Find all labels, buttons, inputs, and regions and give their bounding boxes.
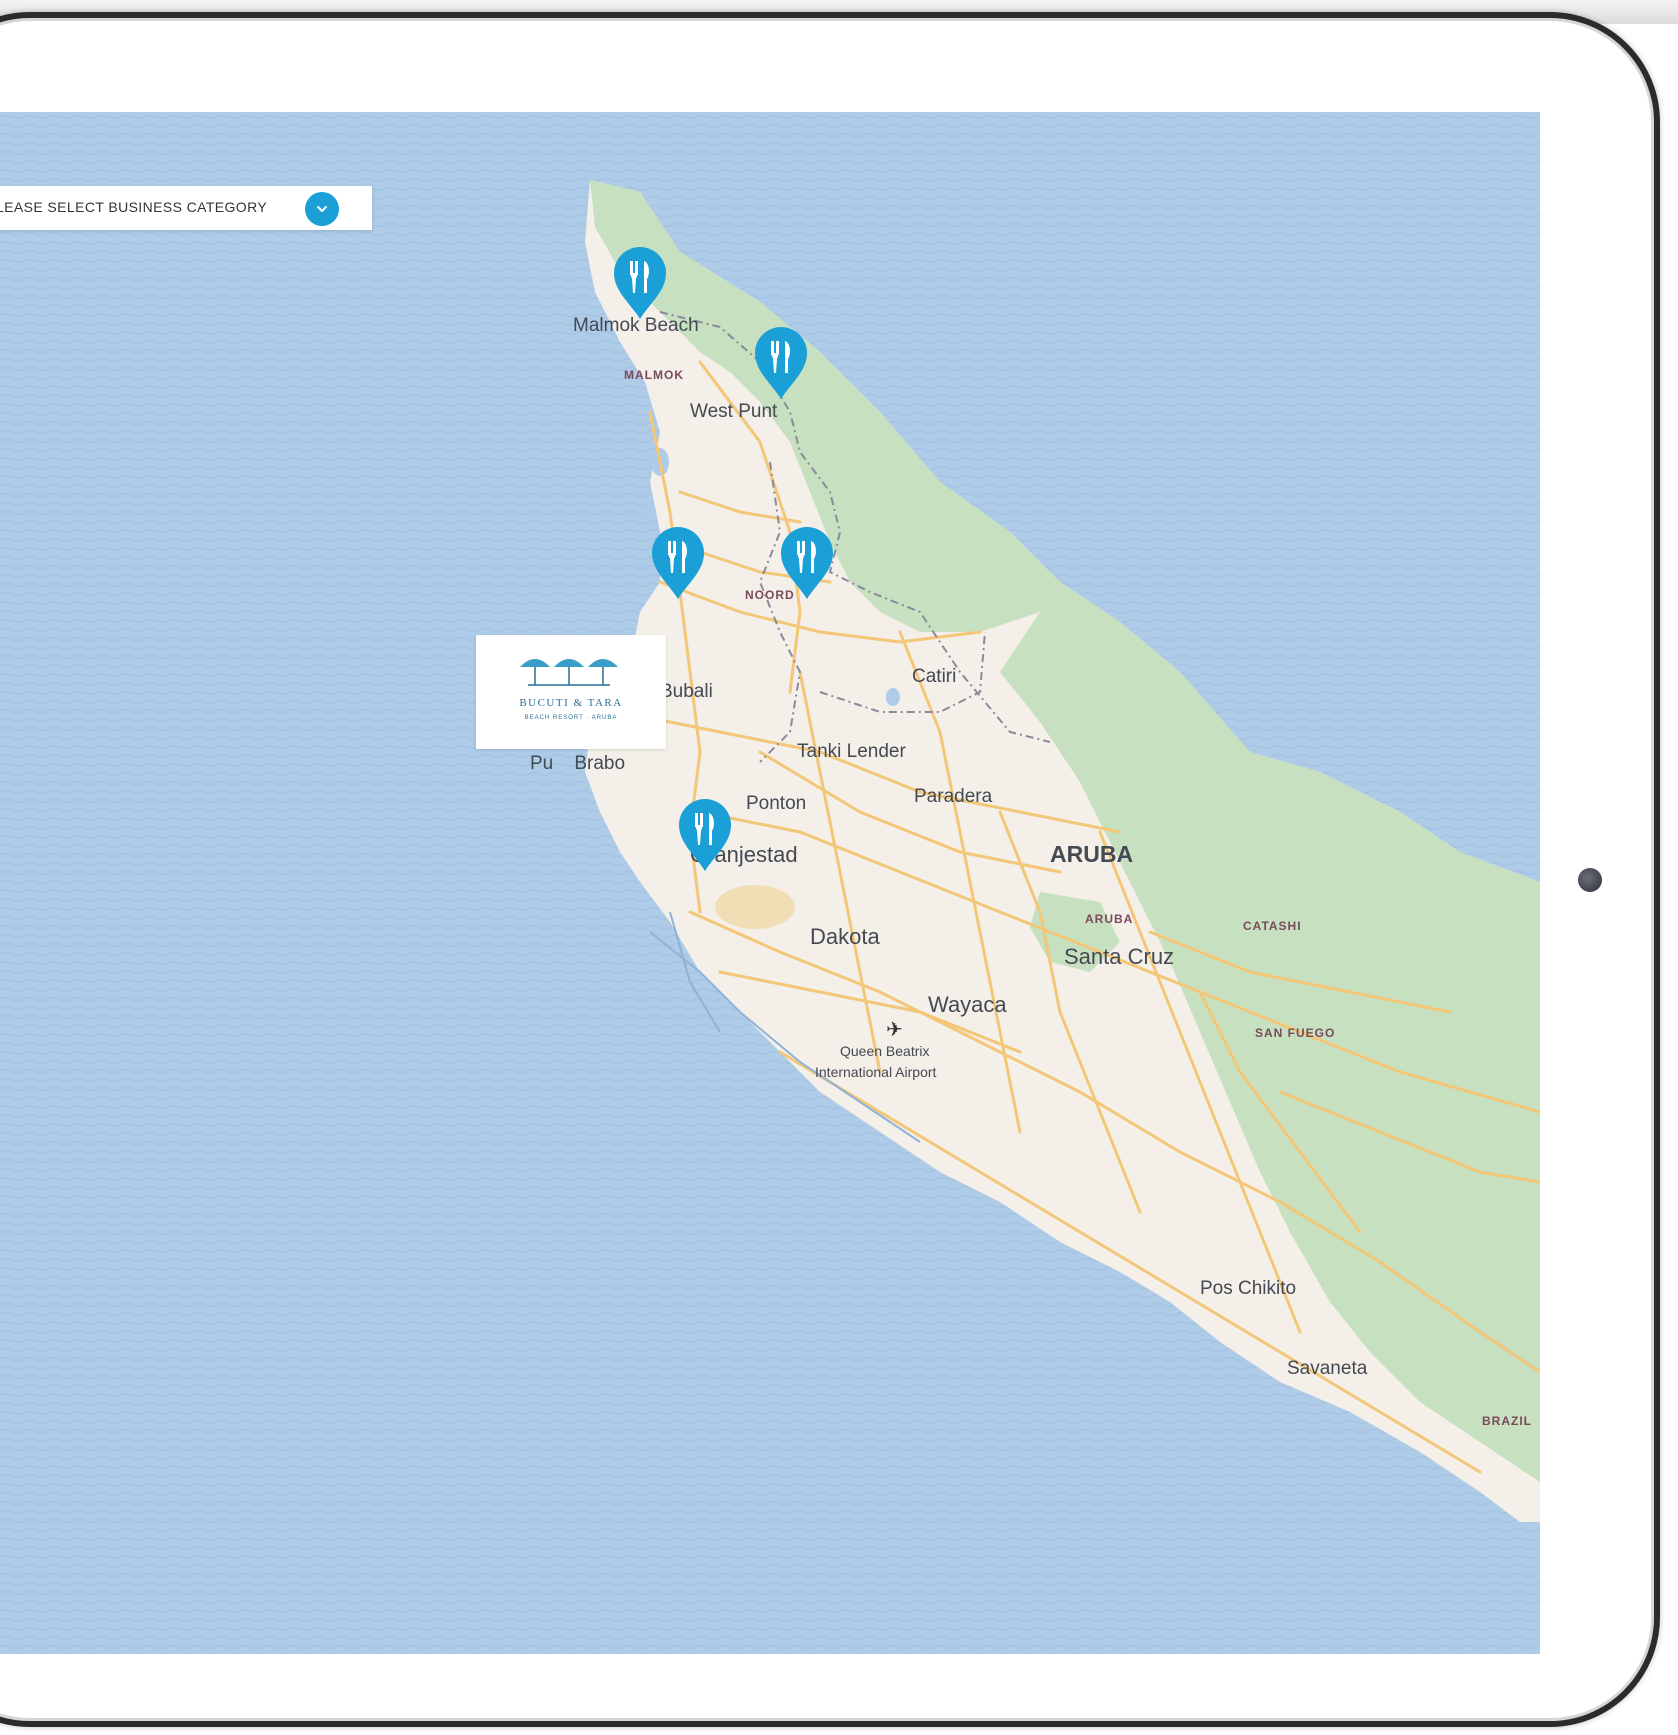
- fork-knife-icon: [755, 327, 807, 399]
- label-malmok: MALMOK: [624, 368, 684, 382]
- restaurant-marker-malmok[interactable]: [612, 245, 668, 321]
- label-san-fuego: SAN FUEGO: [1255, 1026, 1335, 1040]
- label-west-punt: West Punt: [690, 401, 778, 422]
- fork-knife-icon: [781, 527, 833, 599]
- label-paradera: Paradera: [914, 786, 993, 807]
- label-punta-brabo: Pu Brabo: [530, 753, 625, 774]
- label-brazil: BRAZIL: [1482, 1414, 1532, 1428]
- label-dakota: Dakota: [810, 924, 880, 949]
- label-aruba: ARUBA: [1050, 841, 1133, 867]
- label-airport-line1: Queen Beatrix: [840, 1043, 930, 1059]
- fork-knife-icon: [652, 527, 704, 599]
- fork-knife-icon: [679, 799, 731, 871]
- fork-knife-icon: [614, 247, 666, 319]
- business-category-select[interactable]: LEASE SELECT BUSINESS CATEGORY: [0, 186, 372, 230]
- label-aruba-region: ARUBA: [1085, 912, 1133, 926]
- resort-logo-name: BUCUTI & TARA: [519, 697, 623, 709]
- label-ponton: Ponton: [746, 793, 806, 814]
- resort-logo-card[interactable]: BUCUTI & TARA BEACH RESORT · ARUBA: [476, 635, 666, 749]
- label-savaneta: Savaneta: [1287, 1358, 1368, 1379]
- label-catashi: CATASHI: [1243, 919, 1302, 933]
- label-bubali: Bubali: [660, 681, 713, 702]
- umbrella-logo-icon: [520, 659, 618, 686]
- label-tanki-lender: Tanki Lender: [797, 741, 906, 762]
- map-screen[interactable]: ✈ Malmok Beach MALMOK West Punt NOORD Bu…: [0, 112, 1540, 1654]
- restaurant-marker-noord[interactable]: [779, 525, 835, 601]
- business-category-label: LEASE SELECT BUSINESS CATEGORY: [0, 199, 268, 215]
- chevron-down-icon[interactable]: [305, 192, 339, 226]
- lake: [886, 688, 900, 706]
- home-button[interactable]: [1578, 868, 1602, 892]
- label-wayaca: Wayaca: [928, 992, 1007, 1017]
- restaurant-marker-west-punt[interactable]: [753, 325, 809, 401]
- label-airport-line2: International Airport: [815, 1064, 937, 1080]
- restaurant-marker-palm-beach[interactable]: [650, 525, 706, 601]
- label-catiri: Catiri: [912, 666, 956, 687]
- airport-icon: ✈: [886, 1019, 903, 1041]
- lake: [644, 502, 656, 522]
- city-centre: [715, 885, 795, 929]
- resort-logo-tagline: BEACH RESORT · ARUBA: [524, 715, 618, 721]
- label-pos-chikito: Pos Chikito: [1200, 1278, 1296, 1299]
- restaurant-marker-oranjestad[interactable]: [677, 797, 733, 873]
- label-santa-cruz: Santa Cruz: [1064, 944, 1174, 969]
